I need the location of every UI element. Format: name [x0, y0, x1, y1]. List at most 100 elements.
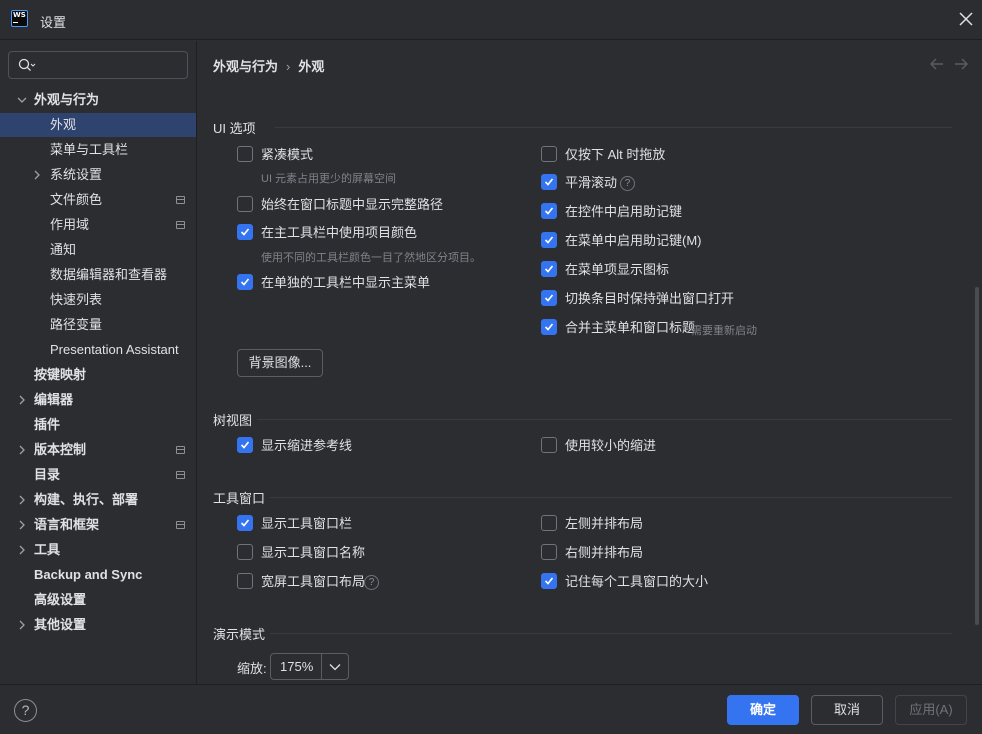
sidebar-item[interactable]: 按键映射 — [0, 363, 196, 387]
search-input[interactable] — [43, 56, 183, 74]
checkbox[interactable] — [541, 290, 557, 306]
checkbox-label: 记住每个工具窗口的大小 — [565, 574, 709, 589]
sidebar-item[interactable]: 通知 — [0, 238, 196, 262]
sidebar-item[interactable]: 作用域 — [0, 213, 196, 237]
breadcrumb-current: 外观 — [298, 59, 325, 74]
sidebar-item[interactable]: 版本控制 — [0, 438, 196, 462]
checkbox-label: 平滑滚动 — [565, 175, 618, 190]
chevron-right-icon[interactable] — [17, 620, 27, 630]
sidebar-item[interactable]: 工具 — [0, 538, 196, 562]
checkbox[interactable] — [541, 146, 557, 162]
checkbox[interactable] — [541, 261, 557, 277]
chevron-right-icon[interactable] — [17, 520, 27, 530]
checkbox[interactable] — [237, 544, 253, 560]
chevron-down-icon — [329, 664, 341, 671]
project-level-icon — [176, 471, 185, 479]
checkbox[interactable] — [541, 203, 557, 219]
breadcrumb-parent[interactable]: 外观与行为 — [213, 59, 278, 74]
checkbox[interactable] — [541, 232, 557, 248]
forward-arrow-icon[interactable] — [954, 58, 968, 70]
checkbox[interactable] — [237, 146, 253, 162]
checkbox-label: 切换条目时保持弹出窗口打开 — [565, 291, 735, 306]
checkbox[interactable] — [237, 515, 253, 531]
checkbox[interactable] — [237, 274, 253, 290]
apply-button[interactable]: 应用(A) — [895, 695, 967, 725]
search-icon — [18, 58, 36, 71]
checkbox[interactable] — [541, 174, 557, 190]
sidebar-item[interactable]: Backup and Sync — [0, 563, 196, 587]
checkbox-label: 在菜单项显示图标 — [565, 262, 670, 277]
checkbox[interactable] — [541, 573, 557, 589]
checkbox-label: 左侧并排布局 — [565, 516, 644, 531]
sidebar-item[interactable]: 目录 — [0, 463, 196, 487]
zoom-select[interactable]: 175% — [270, 653, 349, 680]
checkbox[interactable] — [541, 515, 557, 531]
checkbox[interactable] — [541, 319, 557, 335]
sidebar-item-label: 语言和框架 — [34, 517, 100, 532]
sidebar-item[interactable]: 文件颜色 — [0, 188, 196, 212]
sidebar-item[interactable]: 语言和框架 — [0, 513, 196, 537]
sidebar-item[interactable]: 高级设置 — [0, 588, 196, 612]
sidebar-item[interactable]: 其他设置 — [0, 613, 196, 637]
sidebar-item[interactable]: 路径变量 — [0, 313, 196, 337]
sidebar-item[interactable]: 构建、执行、部署 — [0, 488, 196, 512]
checkmark-icon — [544, 265, 554, 273]
presentation-mode-title: 演示模式 — [213, 627, 266, 642]
checkbox[interactable] — [541, 437, 557, 453]
sidebar-item-label: 快速列表 — [50, 292, 103, 307]
section-divider — [257, 419, 952, 420]
sidebar-item[interactable]: Presentation Assistant — [0, 338, 196, 362]
sidebar-item[interactable]: 外观 — [0, 113, 196, 137]
sidebar-item-label: 编辑器 — [34, 392, 74, 407]
chevron-down-icon[interactable] — [17, 95, 27, 105]
title-bar: WS 设置 — [0, 0, 982, 40]
checkbox-label: 始终在窗口标题中显示完整路径 — [261, 197, 444, 212]
sidebar-item-label: 工具 — [34, 542, 61, 557]
content-scrollbar[interactable] — [975, 287, 979, 625]
checkbox[interactable] — [237, 196, 253, 212]
chevron-right-icon[interactable] — [32, 170, 42, 180]
checkbox[interactable] — [237, 224, 253, 240]
close-icon[interactable] — [957, 10, 975, 28]
sidebar-item-label: 通知 — [50, 242, 77, 257]
sidebar-item[interactable]: 插件 — [0, 413, 196, 437]
breadcrumb: 外观与行为 › 外观 — [213, 56, 324, 75]
chevron-right-icon[interactable] — [17, 545, 27, 555]
project-level-icon — [176, 196, 185, 204]
sidebar-item-label: 作用域 — [50, 217, 90, 232]
checkbox-label: 在主工具栏中使用项目颜色 — [261, 225, 418, 240]
sidebar-item[interactable]: 数据编辑器和查看器 — [0, 263, 196, 287]
sidebar-item[interactable]: 快速列表 — [0, 288, 196, 312]
background-image-button[interactable]: 背景图像... — [237, 349, 323, 377]
search-field[interactable] — [8, 51, 188, 79]
merge-menu-hint: 需要重新启动 — [691, 325, 757, 337]
checkbox-label: 宽屏工具窗口布局 — [261, 574, 366, 589]
chevron-right-icon[interactable] — [17, 445, 27, 455]
sidebar-item-label: 菜单与工具栏 — [50, 142, 129, 157]
widescreen-help-icon[interactable]: ? — [364, 575, 379, 590]
breadcrumb-separator: › — [286, 59, 291, 74]
smooth-scroll-help-icon[interactable]: ? — [620, 176, 635, 191]
ok-button[interactable]: 确定 — [727, 695, 799, 725]
checkbox-label: 合并主菜单和窗口标题 — [565, 320, 696, 335]
sidebar-item[interactable]: 外观与行为 — [0, 88, 196, 112]
checkbox[interactable] — [541, 544, 557, 560]
checkbox[interactable] — [237, 573, 253, 589]
sidebar-item[interactable]: 编辑器 — [0, 388, 196, 412]
sidebar-item[interactable]: 系统设置 — [0, 163, 196, 187]
sidebar-item-label: 高级设置 — [34, 592, 87, 607]
sidebar-item-label: Presentation Assistant — [50, 342, 179, 357]
zoom-value: 175% — [280, 659, 314, 674]
chevron-right-icon[interactable] — [17, 495, 27, 505]
sidebar-item-label: 构建、执行、部署 — [34, 492, 139, 507]
checkbox[interactable] — [237, 437, 253, 453]
sidebar-item[interactable]: 菜单与工具栏 — [0, 138, 196, 162]
cancel-button[interactable]: 取消 — [811, 695, 883, 725]
checkbox-label: 在单独的工具栏中显示主菜单 — [261, 275, 431, 290]
sidebar-item-label: 外观与行为 — [34, 92, 100, 107]
chevron-right-icon[interactable] — [17, 395, 27, 405]
back-arrow-icon[interactable] — [930, 58, 944, 70]
sidebar-item-label: Backup and Sync — [34, 567, 143, 582]
help-button[interactable]: ? — [14, 699, 37, 722]
checkmark-icon — [544, 323, 554, 331]
